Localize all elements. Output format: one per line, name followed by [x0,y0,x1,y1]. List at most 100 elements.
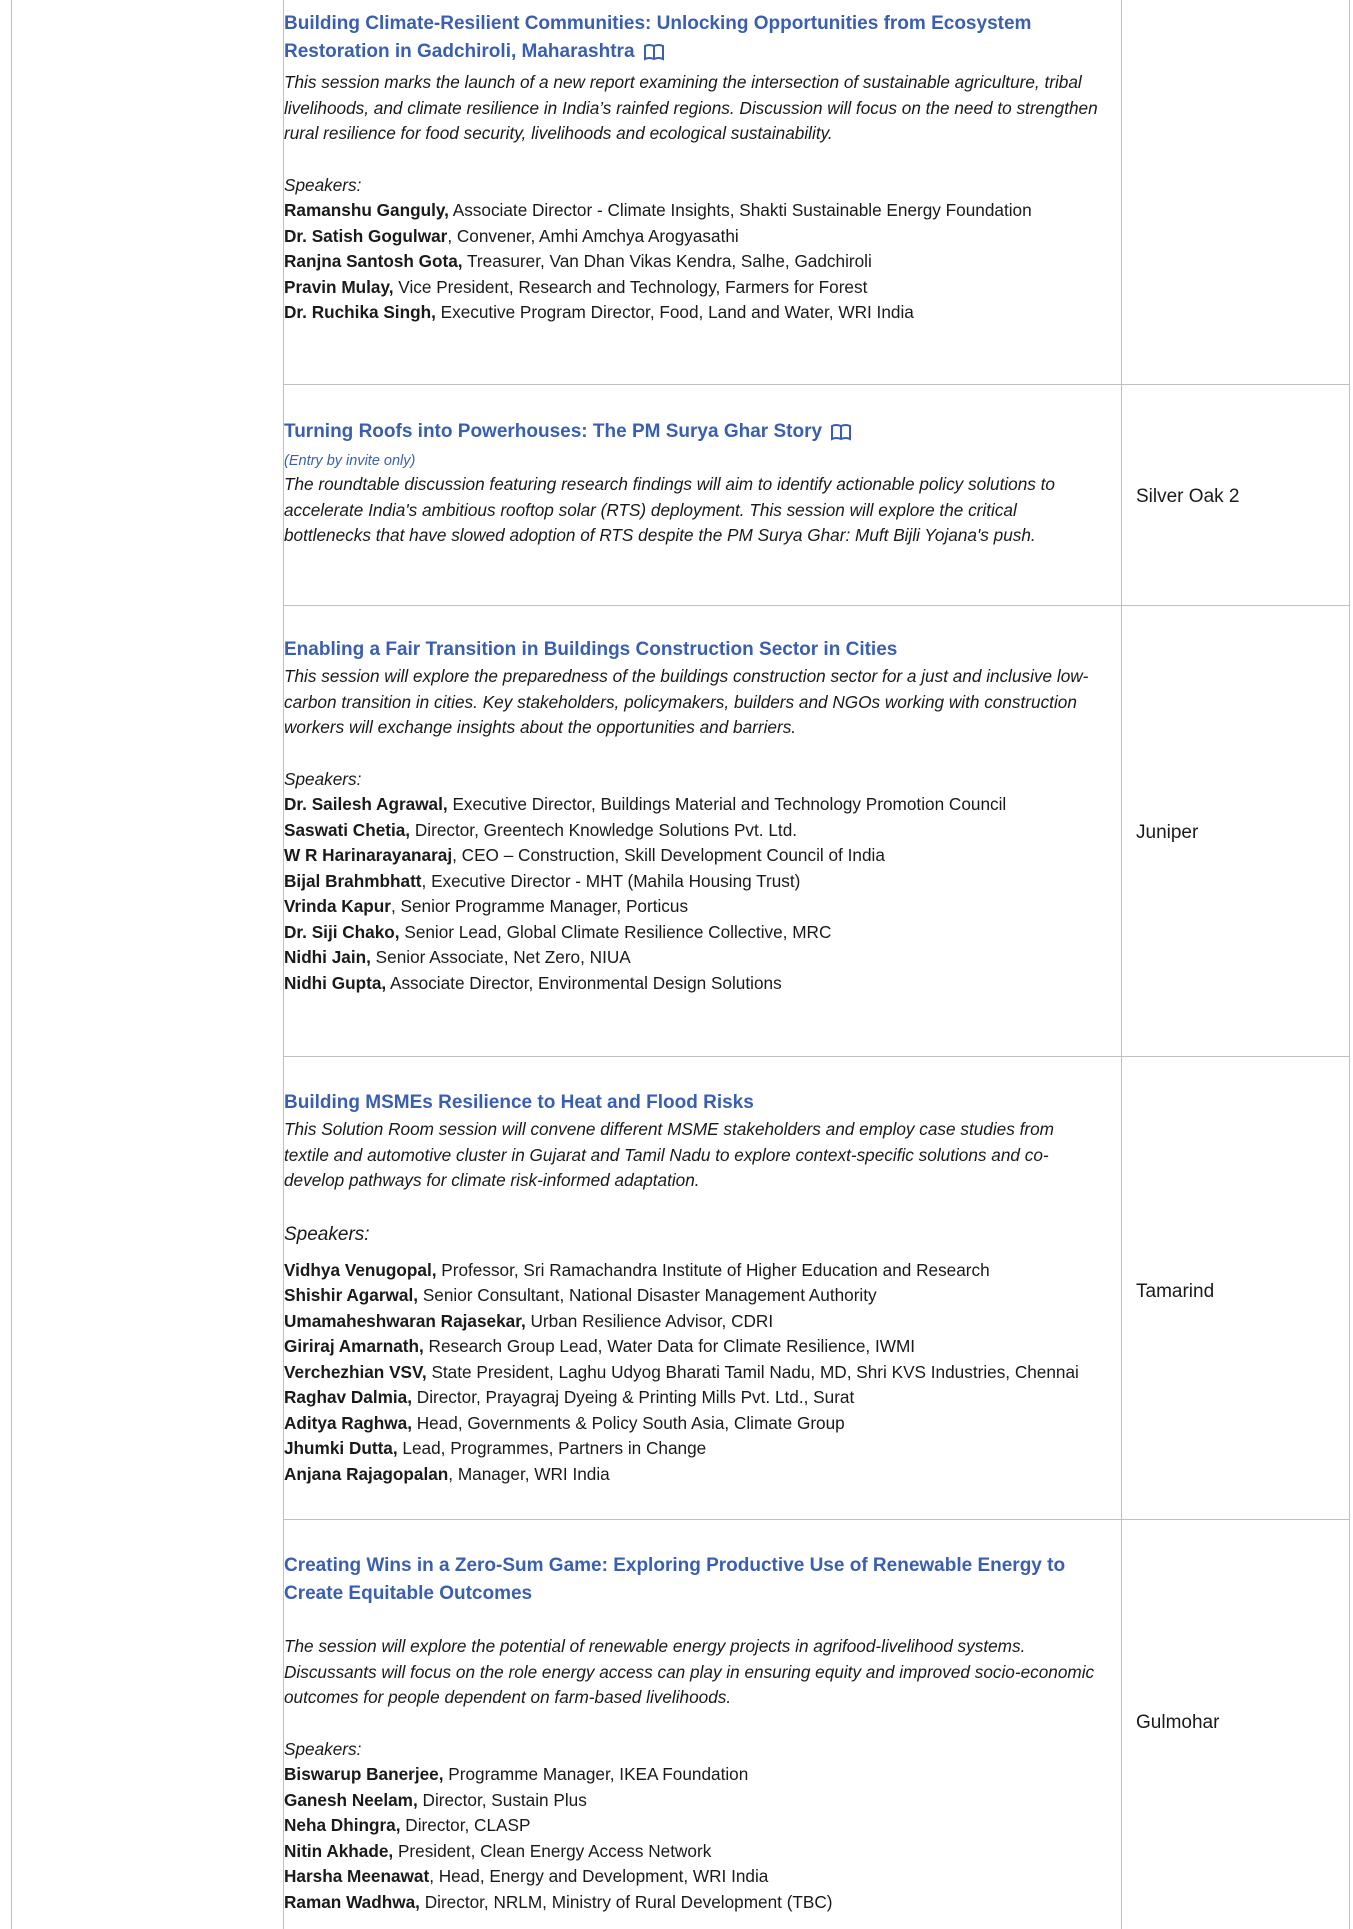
speaker-role: Senior Consultant, National Disaster Man… [418,1285,877,1305]
speaker-item: Verchezhian VSV, State President, Laghu … [284,1360,1100,1386]
speaker-role: , Manager, WRI India [448,1463,610,1484]
speaker-item: Ganesh Neelam, Director, Sustain Plus [284,1788,1100,1814]
speaker-name: Nidhi Gupta, [284,972,387,993]
session-cell: Building Climate-Resilient Communities: … [284,10,1100,326]
session-title: Enabling a Fair Transition in Buildings … [284,639,898,660]
row-divider [283,1056,1349,1057]
session-cell: Creating Wins in a Zero-Sum Game: Explor… [284,1552,1100,1915]
table-border-left [11,0,12,1929]
speaker-role: Research Group Lead, Water Data for Clim… [423,1336,916,1356]
speaker-item: Ramanshu Ganguly, Associate Director - C… [284,198,1100,224]
speaker-name: Bijal Brahmbhatt [284,870,422,891]
speaker-item: Vrinda Kapur, Senior Programme Manager, … [284,894,1100,920]
speaker-item: Umamaheshwaran Rajasekar, Urban Resilien… [284,1309,1100,1335]
speaker-item: Raghav Dalmia, Director, Prayagraj Dyein… [284,1385,1100,1411]
speakers-label: Speakers: [284,1223,370,1245]
speaker-item: Nidhi Gupta, Associate Director, Environ… [284,971,1100,997]
session-cell: Turning Roofs into Powerhouses: The PM S… [284,418,1100,549]
venue-label: Silver Oak 2 [1136,486,1240,507]
speaker-name: Raman Wadhwa, [284,1891,420,1912]
speaker-item: Neha Dhingra, Director, CLASP [284,1813,1100,1839]
speaker-role: Programme Manager, IKEA Foundation [443,1764,749,1784]
book-icon[interactable] [643,42,665,70]
speaker-name: Pravin Mulay, [284,276,394,297]
speaker-name: Anjana Rajagopalan [284,1463,449,1484]
session-title: Turning Roofs into Powerhouses: The PM S… [284,418,1100,450]
speaker-name: Saswati Chetia, [284,819,411,840]
speakers-label: Speakers: [284,174,362,195]
speaker-item: Aditya Raghwa, Head, Governments & Polic… [284,1411,1100,1437]
speaker-item: Dr. Ruchika Singh, Executive Program Dir… [284,300,1100,326]
book-icon[interactable] [830,422,852,450]
session-cell: Enabling a Fair Transition in Buildings … [284,636,1100,996]
speaker-role: Associate Director, Environmental Design… [386,972,782,993]
speaker-name: Shishir Agarwal, [284,1285,419,1305]
speaker-name: Nitin Akhade, [284,1840,394,1861]
speaker-item: Shishir Agarwal, Senior Consultant, Nati… [284,1283,1100,1309]
speaker-role: Director, NRLM, Ministry of Rural Develo… [419,1891,833,1912]
speaker-item: Nidhi Jain, Senior Associate, Net Zero, … [284,945,1100,971]
speaker-name: Verchezhian VSV, [284,1361,427,1382]
session-description: This Solution Room session will convene … [284,1119,1054,1190]
speakers-label: Speakers: [284,768,362,789]
speaker-role: Professor, Sri Ramachandra Institute of … [436,1259,990,1280]
speaker-name: Umamaheshwaran Rajasekar, [284,1310,526,1331]
speaker-role: Executive Program Director, Food, Land a… [435,302,914,322]
speaker-name: Dr. Satish Gogulwar [284,225,448,246]
speaker-role: Vice President, Research and Technology,… [393,276,868,297]
speaker-name: Biswarup Banerjee, [284,1764,444,1784]
speaker-item: W R Harinarayanaraj, CEO – Construction,… [284,843,1100,869]
speaker-item: Dr. Satish Gogulwar, Convener, Amhi Amch… [284,224,1100,250]
speaker-role: Senior Lead, Global Climate Resilience C… [399,921,832,942]
speaker-name: W R Harinarayanaraj [284,845,453,865]
speaker-role: Urban Resilience Advisor, CDRI [525,1310,774,1331]
venue-label: Tamarind [1136,1281,1215,1302]
speaker-item: Harsha Meenawat, Head, Energy and Develo… [284,1864,1100,1890]
speaker-role: Associate Director - Climate Insights, S… [448,200,1032,220]
speaker-name: Harsha Meenawat [284,1866,430,1886]
speaker-item: Ranjna Santosh Gota, Treasurer, Van Dhan… [284,249,1100,275]
speaker-role: , Senior Programme Manager, Porticus [390,896,689,916]
speaker-role: Director, Greentech Knowledge Solutions … [410,819,798,840]
speaker-name: Vrinda Kapur [284,896,391,916]
speaker-item: Giriraj Amarnath, Research Group Lead, W… [284,1334,1100,1360]
speaker-role: Treasurer, Van Dhan Vikas Kendra, Salhe,… [462,251,872,271]
speaker-item: Jhumki Dutta, Lead, Programmes, Partners… [284,1436,1100,1462]
session-description: The roundtable discussion featuring rese… [284,474,1055,545]
speaker-list: Dr. Sailesh Agrawal, Executive Director,… [284,792,1100,996]
speaker-item: Biswarup Banerjee, Programme Manager, IK… [284,1762,1100,1788]
row-divider [283,384,1349,385]
speaker-role: , CEO – Construction, Skill Development … [452,845,885,865]
session-title: Building MSMEs Resilience to Heat and Fl… [284,1092,754,1113]
speaker-role: Director, Sustain Plus [417,1789,587,1810]
speaker-role: , Convener, Amhi Amchya Arogyasathi [447,225,739,246]
speaker-name: Dr. Ruchika Singh, [284,302,436,322]
speaker-item: Dr. Siji Chako, Senior Lead, Global Clim… [284,920,1100,946]
speaker-list: Vidhya Venugopal, Professor, Sri Ramacha… [284,1258,1100,1488]
session-title: Creating Wins in a Zero-Sum Game: Explor… [284,1555,1066,1604]
speaker-role: Director, Prayagraj Dyeing & Printing Mi… [412,1387,855,1407]
speaker-role: Lead, Programmes, Partners in Change [397,1438,707,1458]
speaker-name: Neha Dhingra, [284,1815,401,1835]
speaker-item: Saswati Chetia, Director, Greentech Know… [284,818,1100,844]
speaker-name: Dr. Siji Chako, [284,921,400,942]
speaker-role: Head, Governments & Policy South Asia, C… [411,1412,845,1433]
session-title: Building Climate-Resilient Communities: … [284,10,1100,70]
speaker-name: Ramanshu Ganguly, [284,200,449,220]
speaker-item: Nitin Akhade, President, Clean Energy Ac… [284,1839,1100,1865]
speaker-role: , Executive Director - MHT (Mahila Housi… [421,870,801,891]
speaker-name: Ranjna Santosh Gota, [284,251,463,271]
row-divider [283,605,1349,606]
session-description: This session will explore the preparedne… [284,666,1089,737]
speaker-name: Raghav Dalmia, [284,1387,412,1407]
speaker-item: Anjana Rajagopalan, Manager, WRI India [284,1462,1100,1488]
speaker-item: Bijal Brahmbhatt, Executive Director - M… [284,869,1100,895]
speaker-role: President, Clean Energy Access Network [393,1840,712,1861]
speaker-role: , Head, Energy and Development, WRI Indi… [429,1866,769,1886]
session-description: This session marks the launch of a new r… [284,72,1098,143]
speaker-list: Ramanshu Ganguly, Associate Director - C… [284,198,1100,326]
speaker-name: Jhumki Dutta, [284,1438,398,1458]
speaker-role: State President, Laghu Udyog Bharati Tam… [426,1361,1079,1382]
table-border-col2 [1121,0,1122,1929]
session-description: The session will explore the potential o… [284,1636,1095,1707]
